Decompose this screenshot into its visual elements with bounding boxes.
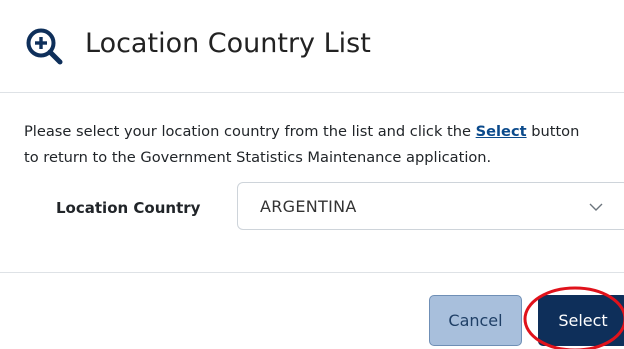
dialog-header: Location Country List (0, 0, 624, 92)
instructions-line-2: to return to the Government Statistics M… (24, 149, 492, 166)
location-country-selected-value: ARGENTINA (260, 197, 357, 216)
location-country-label: Location Country (56, 199, 201, 217)
location-country-dialog: Location Country List Please select your… (0, 0, 624, 349)
instructions-text: Please select your location country from… (24, 119, 624, 171)
dialog-title: Location Country List (85, 28, 371, 59)
instructions-line-1-after: button (526, 123, 580, 140)
instructions-line-1: Please select your location country from… (24, 119, 624, 145)
location-country-select[interactable]: ARGENTINA (237, 182, 624, 230)
select-button[interactable]: Select (538, 295, 624, 346)
cancel-button[interactable]: Cancel (429, 295, 522, 346)
header-divider (0, 92, 624, 93)
footer-divider (0, 272, 624, 273)
select-inline-link[interactable]: Select (476, 123, 527, 140)
chevron-down-icon (589, 203, 603, 211)
instructions-line-1-before: Please select your location country from… (24, 123, 476, 140)
zoom-in-icon (26, 28, 63, 65)
